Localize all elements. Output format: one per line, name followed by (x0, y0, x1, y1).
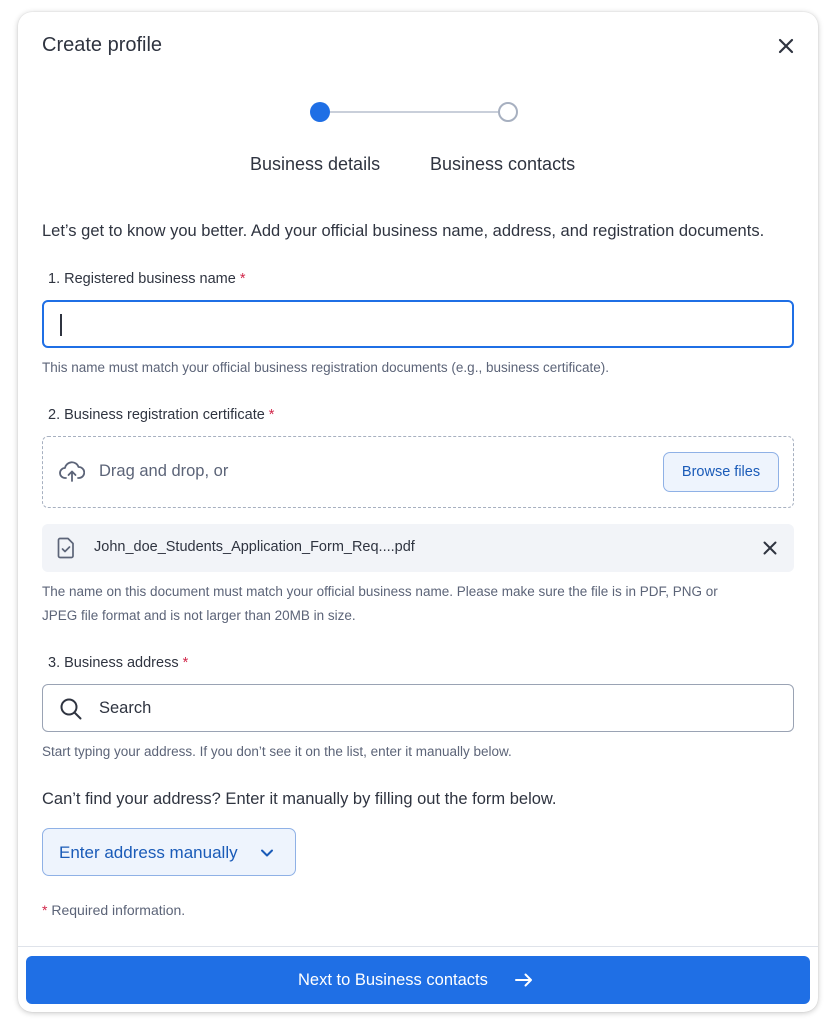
remove-file-icon[interactable] (760, 538, 780, 558)
certificate-label: 2. Business registration certificate * (48, 407, 274, 423)
text-caret (60, 314, 62, 336)
enter-address-manually-label: Enter address manually (59, 843, 238, 862)
step-indicator-business-details (310, 102, 330, 122)
chevron-down-icon (259, 845, 275, 861)
address-search-placeholder: Search (99, 699, 152, 717)
certificate-dropzone[interactable]: Drag and drop, or Browse files (42, 436, 794, 508)
address-label: 3. Business address * (48, 655, 188, 671)
footer-divider (18, 946, 818, 947)
certificate-help-line-2: JPEG file format and is not larger than … (42, 608, 356, 623)
required-information-text: Required information. (51, 902, 186, 918)
business-name-help: This name must match your official busin… (42, 360, 609, 375)
address-help: Start typing your address. If you don’t … (42, 744, 512, 759)
address-search-input[interactable]: Search (42, 684, 794, 732)
certificate-help-line-1: The name on this document must match you… (42, 584, 718, 599)
enter-address-manually-button[interactable]: Enter address manually (42, 828, 296, 876)
modal-title: Create profile (42, 34, 163, 56)
business-name-label: 1. Registered business name * (48, 271, 245, 287)
close-icon[interactable] (774, 34, 798, 58)
next-to-business-contacts-button[interactable]: Next to Business contacts (26, 956, 810, 1004)
business-name-label-text: 1. Registered business name (48, 271, 236, 287)
business-name-input[interactable] (42, 300, 794, 348)
create-profile-modal: Create profile Business details Business… (18, 12, 818, 1012)
cloud-upload-icon (59, 461, 86, 483)
required-marker: * (42, 902, 48, 918)
stepper-line (330, 111, 498, 113)
uploaded-file-row: John_doe_Students_Application_Form_Req..… (42, 524, 794, 572)
manual-address-prompt: Can’t find your address? Enter it manual… (42, 790, 557, 808)
browse-files-button[interactable]: Browse files (663, 452, 779, 492)
required-information-note: * Required information. (42, 902, 185, 918)
dropzone-text: Drag and drop, or (99, 462, 229, 480)
file-check-icon (56, 537, 76, 559)
required-marker: * (239, 271, 246, 287)
step-indicator-business-contacts (498, 102, 518, 122)
next-button-label: Next to Business contacts (298, 971, 488, 989)
step-label-business-contacts[interactable]: Business contacts (430, 154, 575, 175)
intro-text: Let’s get to know you better. Add your o… (42, 222, 765, 240)
search-icon (59, 697, 83, 721)
uploaded-file-name: John_doe_Students_Application_Form_Req..… (94, 539, 415, 555)
certificate-label-text: 2. Business registration certificate (48, 407, 265, 423)
step-label-business-details[interactable]: Business details (250, 154, 380, 175)
required-marker: * (182, 655, 189, 671)
address-label-text: 3. Business address (48, 655, 179, 671)
required-marker: * (268, 407, 275, 423)
arrow-right-icon (514, 970, 534, 990)
